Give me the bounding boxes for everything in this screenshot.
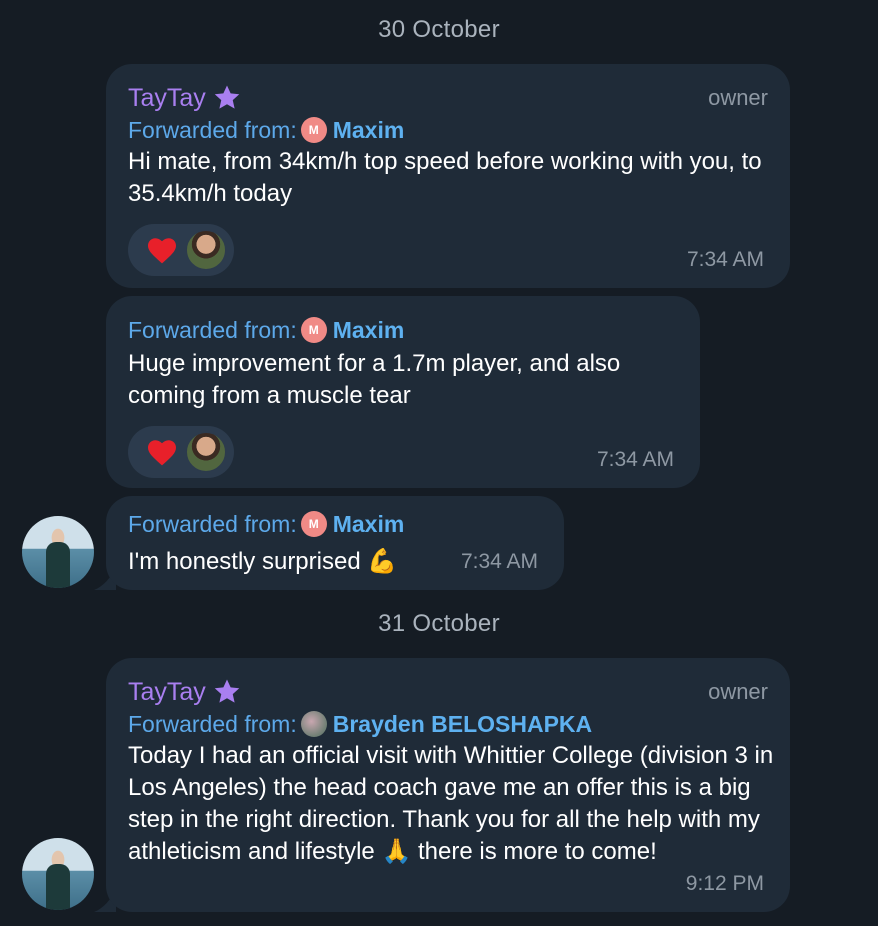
reaction-chip[interactable] (128, 224, 234, 276)
sender-label: TayTay (128, 677, 206, 706)
reaction-chip[interactable] (128, 426, 234, 478)
forward-name: Maxim (332, 316, 405, 343)
forwarded-header[interactable]: Forwarded from: M Maxim (128, 508, 542, 540)
sender-label: TayTay (128, 83, 206, 112)
message-text: Hi mate, from 34km/h top speed before wo… (128, 148, 762, 207)
forwarded-header[interactable]: Forwarded from: M Maxim (128, 114, 768, 146)
message-time: 7:34 AM (686, 248, 764, 271)
message-bubble[interactable]: TayTay owner Forwarded from: M Maxim Hi … (106, 64, 790, 288)
forwarded-header[interactable]: Forwarded from: Brayden BELOSHAPKA (128, 708, 768, 740)
forward-avatar: M (300, 117, 327, 143)
forward-name: Maxim (332, 116, 405, 143)
message-text: Huge improvement for a 1.7m player, and … (128, 350, 621, 409)
sender-name[interactable]: TayTay (128, 677, 242, 707)
forward-label: Forwarded from: (128, 116, 297, 143)
forward-avatar: M (300, 511, 327, 537)
star-icon (214, 85, 240, 109)
heart-icon (148, 238, 176, 264)
message-time: 7:34 AM (460, 550, 538, 573)
user-avatar[interactable] (22, 516, 94, 588)
message-time: 9:12 PM (685, 872, 764, 895)
date-separator: 30 October (378, 16, 500, 43)
reactor-avatar (186, 432, 226, 472)
date-separator: 31 October (378, 610, 500, 637)
message-time: 7:34 AM (596, 448, 674, 471)
star-icon (214, 679, 240, 703)
forward-label: Forwarded from: (128, 510, 297, 537)
forward-avatar: M (300, 317, 327, 343)
heart-icon (148, 440, 176, 466)
sender-name[interactable]: TayTay (128, 83, 242, 113)
message-bubble[interactable]: Forwarded from: M Maxim Huge improvement… (106, 296, 700, 488)
message-bubble[interactable]: TayTay owner Forwarded from: Brayden BEL… (106, 658, 790, 912)
forwarded-header[interactable]: Forwarded from: M Maxim (128, 314, 678, 346)
role-badge: owner (708, 679, 768, 704)
message-bubble[interactable]: Forwarded from: M Maxim I'm honestly sur… (106, 496, 564, 590)
forward-avatar (300, 711, 327, 737)
forward-name: Maxim (332, 510, 405, 537)
user-avatar[interactable] (22, 838, 94, 910)
forward-label: Forwarded from: (128, 710, 297, 737)
forward-name: Brayden BELOSHAPKA (332, 710, 593, 737)
reactor-avatar (186, 230, 226, 270)
message-text: Today I had an official visit with Whitt… (128, 742, 774, 865)
forward-label: Forwarded from: (128, 316, 297, 343)
role-badge: owner (708, 85, 768, 110)
